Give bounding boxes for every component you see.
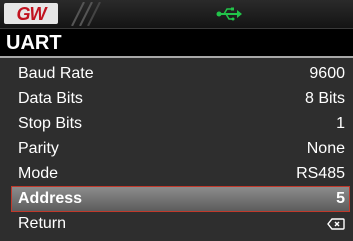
menu-item-label: Baud Rate [18,65,94,82]
menu-item-value: 9600 [309,65,345,82]
menu-item-data-bits[interactable]: Data Bits 8 Bits [12,87,349,111]
device-screen: GW UART Baud Rate 9600 Data Bits 8 Bits [0,0,353,241]
menu-item-label: Parity [18,140,59,157]
page-title: UART [6,32,62,54]
menu-item-value: None [306,140,345,157]
menu-item-parity[interactable]: Parity None [12,137,349,161]
menu-item-value: 5 [336,190,345,207]
settings-menu: Baud Rate 9600 Data Bits 8 Bits Stop Bit… [0,58,353,241]
return-icon [327,218,345,230]
menu-item-label: Mode [18,165,59,182]
logo-text: GW [16,3,47,24]
menu-item-baud-rate[interactable]: Baud Rate 9600 [12,62,349,86]
gw-logo: GW [4,3,58,24]
menu-item-value: 8 Bits [304,90,345,107]
menu-item-label: Stop Bits [18,115,83,132]
menu-item-value: RS485 [296,165,345,182]
usb-icon [216,7,242,21]
menu-item-value: 1 [336,115,345,132]
menu-item-label: Address [18,190,83,207]
menu-item-address[interactable]: Address 5 [11,186,350,212]
decorative-slashes-icon [71,2,101,26]
title-bar: UART [0,29,353,57]
menu-item-mode[interactable]: Mode RS485 [12,162,349,186]
menu-item-return[interactable]: Return [12,212,349,236]
menu-item-label: Data Bits [18,90,83,107]
status-bar: GW [0,0,353,29]
menu-item-stop-bits[interactable]: Stop Bits 1 [12,112,349,136]
menu-item-label: Return [18,215,67,232]
